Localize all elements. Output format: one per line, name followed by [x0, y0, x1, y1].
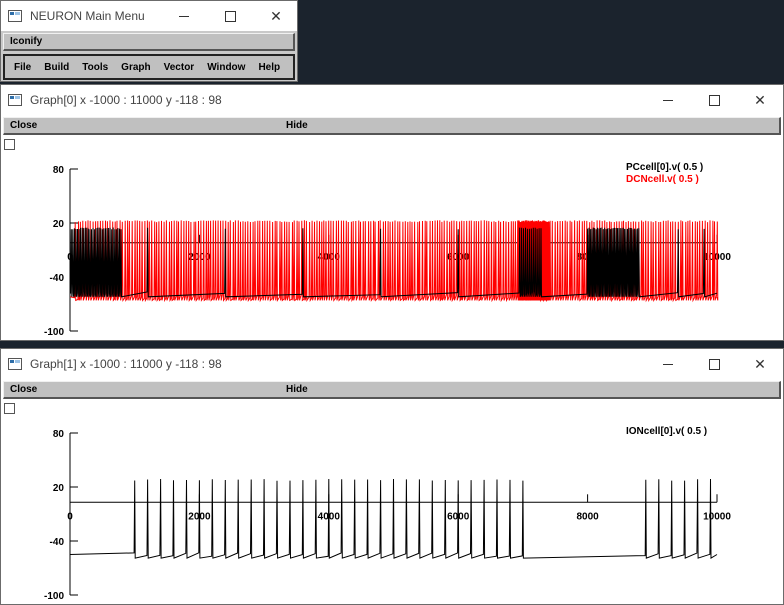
window-title: NEURON Main Menu — [30, 9, 145, 23]
graph-close-button[interactable]: Close — [10, 384, 37, 395]
graph1-window: Graph[1] x -1000 : 11000 y -118 : 98 ✕ C… — [0, 348, 784, 605]
menu-window[interactable]: Window — [207, 62, 245, 73]
y-tick-label: 80 — [53, 429, 65, 440]
graph1-svg: 8020-40-1000 2000 4000 6000 8000 10000 IONcel… — [44, 426, 731, 602]
y-tick-label: -100 — [44, 591, 64, 602]
graph0-titlebar[interactable]: Graph[0] x -1000 : 11000 y -118 : 98 ✕ — [1, 85, 783, 115]
window-title: Graph[1] x -1000 : 11000 y -118 : 98 — [30, 357, 222, 371]
x-tick-label: 2000 — [188, 252, 211, 263]
menu-build[interactable]: Build — [44, 62, 69, 73]
x-tick-label: 10000 — [703, 511, 731, 522]
minimize-icon[interactable] — [645, 85, 691, 115]
menu-tools[interactable]: Tools — [82, 62, 108, 73]
menu-graph[interactable]: Graph — [121, 62, 150, 73]
maximize-icon[interactable] — [691, 85, 737, 115]
maximize-icon[interactable] — [691, 349, 737, 379]
ion-trace — [69, 478, 718, 559]
main-menu-titlebar[interactable]: NEURON Main Menu ✕ — [1, 1, 297, 31]
close-icon[interactable]: ✕ — [737, 349, 783, 379]
graph0-svg: 8020-40-1000 2000 4000 6000 8000 10000 PCcell… — [44, 162, 731, 338]
minimize-icon[interactable] — [645, 349, 691, 379]
neuron-app-icon — [8, 10, 22, 22]
legend-item: DCNcell.v( 0.5 ) — [626, 174, 699, 185]
menu-help[interactable]: Help — [258, 62, 280, 73]
menu-file[interactable]: File — [14, 62, 31, 73]
x-tick-label: 0 — [67, 511, 73, 522]
graph1-plot-area[interactable]: 80 20 -40 -100 0 2000 4000 6000 8000 10000 IONcel… — [2, 401, 782, 603]
graph1-titlebar[interactable]: Graph[1] x -1000 : 11000 y -118 : 98 ✕ — [1, 349, 783, 379]
y-tick-label: -100 — [44, 327, 64, 338]
y-tick-label: -40 — [50, 273, 65, 284]
graph0-button-bar: Close Hide — [3, 117, 781, 135]
window-title: Graph[0] x -1000 : 11000 y -118 : 98 — [30, 93, 222, 107]
main-menu-window: NEURON Main Menu ✕ Iconify File Build To… — [0, 0, 298, 82]
y-tick-label: 80 — [53, 165, 65, 176]
legend-item: PCcell[0].v( 0.5 ) — [626, 162, 703, 173]
close-icon[interactable]: ✕ — [253, 1, 299, 31]
graph-hide-button[interactable]: Hide — [286, 120, 308, 131]
graph0-plot-area[interactable]: 80 20 -40 -100 0 2000 4000 6000 8000 10000 PCcell… — [2, 137, 782, 339]
neuron-app-icon — [8, 94, 22, 106]
iconify-label: Iconify — [10, 36, 43, 47]
minimize-icon[interactable] — [161, 1, 207, 31]
maximize-icon[interactable] — [207, 1, 253, 31]
iconify-button[interactable]: Iconify — [3, 33, 295, 51]
y-tick-label: 20 — [53, 219, 65, 230]
close-icon[interactable]: ✕ — [737, 85, 783, 115]
graph-close-button[interactable]: Close — [10, 120, 37, 131]
graph0-window: Graph[0] x -1000 : 11000 y -118 : 98 ✕ C… — [0, 84, 784, 341]
main-menubar: File Build Tools Graph Vector Window Hel… — [3, 54, 295, 80]
graph1-button-bar: Close Hide — [3, 381, 781, 399]
legend-item: IONcell[0].v( 0.5 ) — [626, 426, 707, 437]
neuron-app-icon — [8, 358, 22, 370]
x-tick-label: 8000 — [576, 511, 599, 522]
y-tick-label: -40 — [50, 537, 65, 548]
menu-vector[interactable]: Vector — [164, 62, 195, 73]
graph-hide-button[interactable]: Hide — [286, 384, 308, 395]
y-tick-label: 20 — [53, 483, 65, 494]
